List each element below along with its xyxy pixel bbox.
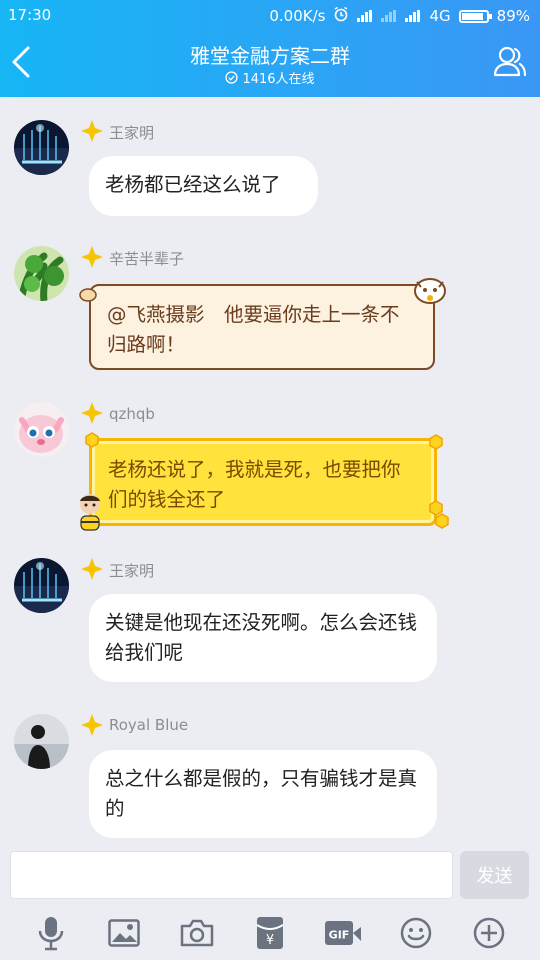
star-badge-icon: [81, 120, 103, 142]
image-icon: [107, 918, 140, 947]
chat-title: 雅堂金融方案二群: [190, 44, 350, 68]
star-badge-icon: [81, 714, 103, 736]
star-badge-icon: [81, 246, 103, 268]
online-count: 1416人在线: [242, 72, 315, 87]
silhouette-avatar[interactable]: [14, 714, 69, 769]
online-check-icon: [225, 71, 239, 84]
alarm-icon: [333, 6, 349, 26]
sender-name: qzhqb: [109, 405, 155, 423]
composer-bar: 发送: [0, 845, 540, 905]
green-plant-avatar[interactable]: [14, 246, 69, 301]
camera-button[interactable]: [176, 912, 218, 954]
svg-text:¥: ¥: [266, 933, 274, 948]
message-bubble[interactable]: 老杨还说了，我就是死，也要把你们的钱全还了: [89, 438, 437, 526]
signal-icon-2: [405, 10, 421, 22]
star-badge-icon: [81, 402, 103, 424]
online-status: 1416人在线: [0, 68, 540, 87]
sender-name: 辛苦半辈子: [109, 250, 185, 268]
paw-decoration-icon: [78, 286, 98, 302]
header-bar: 17:30 0.00K/s 4G 89% 雅堂金融方案二群 1416人在线: [0, 0, 540, 97]
mic-icon: [38, 916, 63, 950]
sender-name: 王家明: [109, 562, 155, 580]
emoji-button[interactable]: [395, 912, 437, 954]
status-right: 0.00K/s 4G 89%: [269, 6, 530, 26]
sender-name: 王家明: [109, 124, 155, 142]
message-bubble[interactable]: 关键是他现在还没死啊。怎么会还钱给我们呢: [89, 594, 437, 682]
status-bar: 17:30 0.00K/s 4G 89%: [0, 0, 540, 30]
red-packet-button[interactable]: ¥: [249, 912, 291, 954]
honeycomb-decoration-icon: [428, 500, 450, 530]
honeycomb-decoration-icon: [84, 432, 100, 448]
message-bubble[interactable]: @飞燕摄影 他要逼你走上一条不归路啊！: [89, 284, 435, 370]
svg-text:GIF: GIF: [329, 928, 350, 941]
message-input[interactable]: [10, 851, 453, 899]
network-speed: 0.00K/s: [269, 7, 326, 25]
image-button[interactable]: [103, 912, 145, 954]
message-bubble[interactable]: 总之什么都是假的，只有骗钱才是真的: [89, 750, 437, 838]
battery-percent: 89%: [496, 7, 530, 25]
bee-character-decoration-icon: [76, 492, 104, 532]
gif-icon: GIF: [325, 920, 362, 945]
sender-name: Royal Blue: [109, 716, 189, 734]
lucky-cat-decoration-icon: [412, 274, 448, 304]
composer-toolbar: ¥ GIF: [0, 905, 540, 960]
emoji-icon: [401, 917, 432, 948]
mic-button[interactable]: [30, 912, 72, 954]
battery-icon: [458, 9, 492, 23]
pink-cat-avatar[interactable]: [14, 402, 69, 457]
message-bubble[interactable]: 老杨都已经这么说了: [89, 156, 318, 216]
fountain-night-avatar[interactable]: [14, 120, 69, 175]
honeycomb-decoration-icon: [428, 434, 444, 450]
camera-icon: [180, 919, 214, 946]
gif-button[interactable]: GIF: [322, 912, 364, 954]
star-badge-icon: [81, 558, 103, 580]
red-packet-icon: ¥: [256, 916, 284, 949]
more-button[interactable]: [468, 912, 510, 954]
network-type: 4G: [429, 7, 451, 25]
people-icon: [493, 46, 527, 77]
plus-icon: [474, 917, 505, 948]
send-button[interactable]: 发送: [460, 851, 529, 899]
signal-icon: [357, 10, 373, 22]
status-time: 17:30: [8, 6, 52, 24]
fountain-night-avatar[interactable]: [14, 558, 69, 613]
group-members-button[interactable]: [492, 44, 528, 78]
signal-empty-icon: [381, 10, 397, 22]
